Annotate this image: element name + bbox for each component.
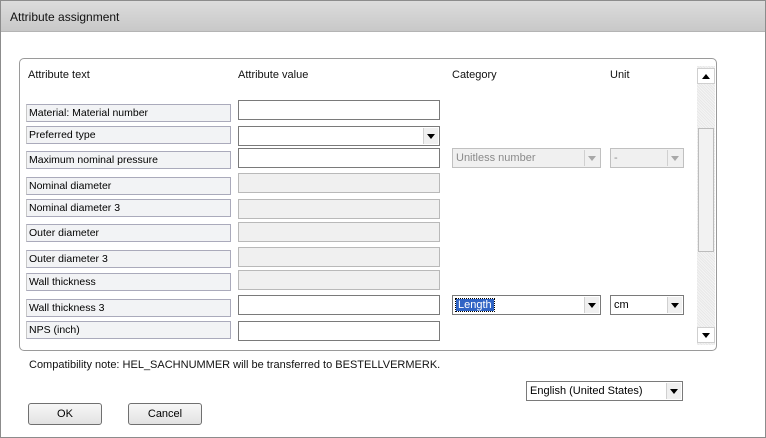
max-nominal-pressure-input[interactable] xyxy=(238,148,440,168)
header-attribute-text: Attribute text xyxy=(28,69,90,81)
row-label-nominal-diameter: Nominal diameter xyxy=(26,177,231,195)
preferred-type-dropdown[interactable] xyxy=(238,126,440,146)
header-unit: Unit xyxy=(610,69,630,81)
chevron-down-icon[interactable] xyxy=(584,297,599,313)
compatibility-note: Compatibility note: HEL_SACHNUMMER will … xyxy=(29,359,441,371)
outer-diameter-3-input xyxy=(238,247,440,267)
row-label-nps-inch: NPS (inch) xyxy=(26,321,231,339)
nominal-diameter-3-input xyxy=(238,199,440,219)
language-select-value: English (United States) xyxy=(530,385,643,397)
row-label-wall-thickness-3: Wall thickness 3 xyxy=(26,299,231,317)
outer-diameter-input xyxy=(238,222,440,242)
row-label-preferred-type: Preferred type xyxy=(26,126,231,144)
scroll-up-button[interactable] xyxy=(697,68,715,84)
header-attribute-value: Attribute value xyxy=(238,69,309,81)
max-pressure-unit-value: - xyxy=(614,152,618,164)
wall-thickness-3-category-select[interactable]: Length xyxy=(452,295,601,315)
window-title: Attribute assignment xyxy=(10,10,120,24)
material-number-input[interactable] xyxy=(238,100,440,120)
row-label-nominal-diameter-3: Nominal diameter 3 xyxy=(26,199,231,217)
scroll-down-button[interactable] xyxy=(697,327,715,343)
wall-thickness-3-unit-value: cm xyxy=(614,299,629,311)
wall-thickness-3-category-value: Length xyxy=(455,298,495,312)
scroll-thumb[interactable] xyxy=(698,128,714,252)
nominal-diameter-input xyxy=(238,173,440,193)
attribute-table-panel: Attribute text Attribute value Category … xyxy=(19,58,717,351)
wall-thickness-3-input[interactable] xyxy=(238,295,440,315)
row-label-material-number: Material: Material number xyxy=(26,104,231,122)
vertical-scrollbar[interactable] xyxy=(697,66,715,345)
cancel-button[interactable]: Cancel xyxy=(128,403,202,425)
row-label-outer-diameter: Outer diameter xyxy=(26,224,231,242)
row-label-wall-thickness: Wall thickness xyxy=(26,273,231,291)
chevron-down-icon xyxy=(667,150,682,166)
header-category: Category xyxy=(452,69,497,81)
nps-inch-input[interactable] xyxy=(238,321,440,341)
title-bar[interactable]: Attribute assignment xyxy=(1,1,765,32)
chevron-down-icon[interactable] xyxy=(667,297,682,313)
max-pressure-unit-select: - xyxy=(610,148,684,168)
row-label-max-nominal-pressure: Maximum nominal pressure xyxy=(26,151,231,169)
wall-thickness-input xyxy=(238,270,440,290)
language-select[interactable]: English (United States) xyxy=(526,381,683,401)
chevron-down-icon[interactable] xyxy=(423,128,438,144)
chevron-down-icon[interactable] xyxy=(666,383,681,399)
wall-thickness-3-unit-select[interactable]: cm xyxy=(610,295,684,315)
row-label-outer-diameter-3: Outer diameter 3 xyxy=(26,250,231,268)
ok-button[interactable]: OK xyxy=(28,403,102,425)
chevron-down-icon xyxy=(584,150,599,166)
max-pressure-category-select: Unitless number xyxy=(452,148,601,168)
attribute-assignment-dialog: Attribute assignment Attribute text Attr… xyxy=(0,0,766,438)
max-pressure-category-value: Unitless number xyxy=(456,152,536,164)
